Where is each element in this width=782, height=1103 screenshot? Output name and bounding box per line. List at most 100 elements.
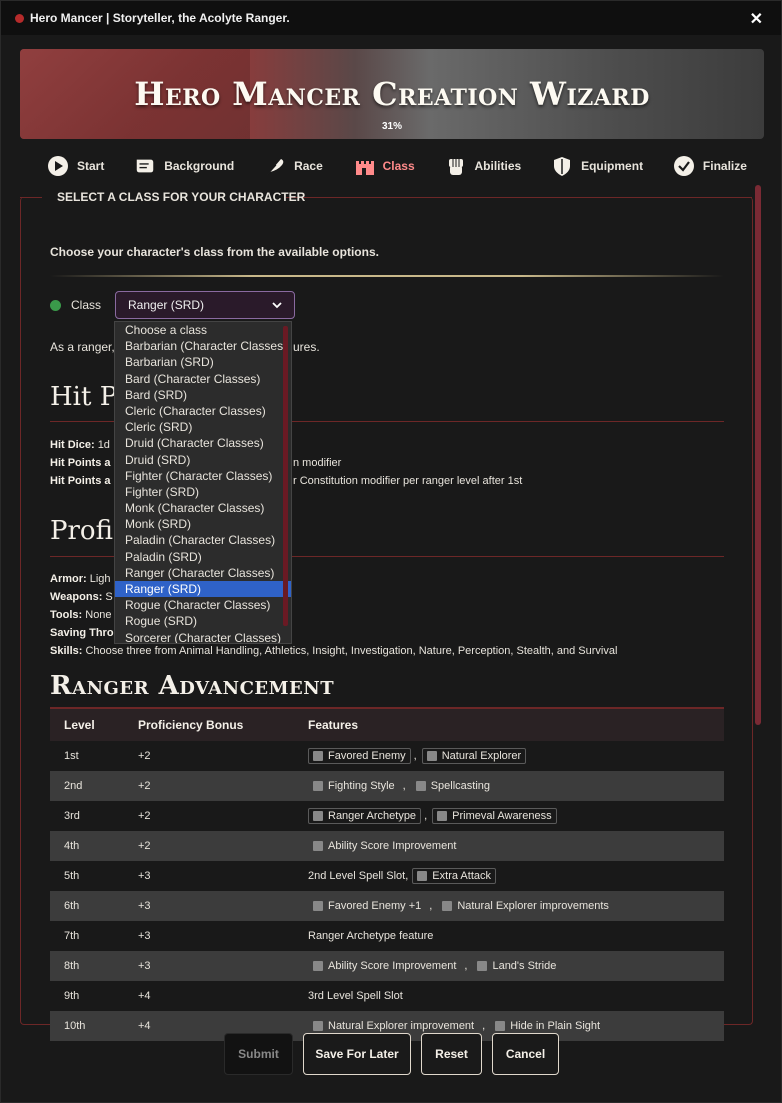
tab-background[interactable]: Background	[134, 152, 234, 180]
hit-dice-value: 1d	[97, 439, 110, 451]
cell-bonus: +2	[138, 810, 151, 822]
section-intro: Choose your character's class from the a…	[50, 245, 379, 259]
feature-label: Hide in Plain Sight	[510, 1020, 601, 1032]
feature-icon	[417, 871, 428, 881]
cancel-button[interactable]: Cancel	[492, 1033, 559, 1075]
feature-link[interactable]: Natural Explorer	[421, 748, 527, 764]
feature-label: Extra Attack	[432, 870, 491, 882]
skills-value: Choose three from Animal Handling, Athle…	[85, 645, 618, 657]
table-row: 6th +3 Favored Enemy +1, Natural Explorer i…	[50, 891, 724, 921]
chevron-down-icon	[272, 298, 282, 312]
tab-race[interactable]: Race	[264, 152, 323, 180]
dropdown-option[interactable]: Paladin (Character Classes)	[115, 532, 291, 548]
cell-level: 10th	[64, 1020, 86, 1032]
dropdown-option[interactable]: Monk (SRD)	[115, 516, 291, 532]
cell-level: 8th	[64, 960, 80, 972]
dropdown-option[interactable]: Rogue (SRD)	[115, 613, 291, 629]
submit-button[interactable]: Submit	[224, 1033, 293, 1075]
tab-finalize-label: Finalize	[702, 159, 747, 173]
cell-level: 4th	[64, 840, 80, 852]
feature-icon	[495, 1021, 506, 1031]
hp-higher-label: Hit Points a	[50, 475, 111, 487]
gold-divider	[50, 275, 724, 277]
dropdown-option[interactable]: Choose a class	[115, 322, 291, 338]
feature-link[interactable]: Natural Explorer improvements	[437, 898, 614, 914]
tab-start[interactable]: Start	[47, 152, 104, 180]
feature-icon	[426, 751, 437, 761]
dropdown-option[interactable]: Sorcerer (Character Classes)	[115, 630, 291, 643]
footer-buttons: Submit Save For Later Reset Cancel	[1, 1033, 782, 1075]
feather-icon	[264, 155, 286, 177]
dropdown-option[interactable]: Barbarian (SRD)	[115, 354, 291, 370]
feature-link[interactable]: Land's Stride	[472, 958, 561, 974]
play-icon	[47, 155, 69, 177]
dropdown-option[interactable]: Cleric (Character Classes)	[115, 403, 291, 419]
class-dropdown-list[interactable]: Choose a class Barbarian (Character Class…	[114, 321, 292, 644]
feature-link[interactable]: Ranger Archetype	[308, 808, 422, 824]
dropdown-option[interactable]: Bard (Character Classes)	[115, 371, 291, 387]
shield-icon	[551, 155, 573, 177]
dropdown-option[interactable]: Barbarian (Character Classes)	[115, 338, 291, 354]
close-icon[interactable]: ✕	[750, 9, 763, 29]
feature-link[interactable]: Extra Attack	[412, 868, 496, 884]
dropdown-option[interactable]: Fighter (SRD)	[115, 484, 291, 500]
title-bar[interactable]: Hero Mancer | Storyteller, the Acolyte R…	[1, 1, 781, 35]
feature-separator: ,	[429, 900, 433, 912]
tab-race-label: Race	[294, 159, 323, 173]
class-select[interactable]: Ranger (SRD)	[115, 291, 296, 319]
weapons-value: S	[105, 591, 113, 603]
content-scrollbar[interactable]	[755, 185, 761, 725]
cell-features: Ability Score Improvement, Land's Stride	[294, 958, 724, 974]
feature-link[interactable]: Ability Score Improvement	[308, 958, 461, 974]
header-proficiency-bonus: Proficiency Bonus	[138, 718, 244, 732]
dropdown-option[interactable]: Druid (SRD)	[115, 452, 291, 468]
armor-line: Armor: Ligh	[50, 573, 111, 585]
tab-equipment[interactable]: Equipment	[551, 152, 643, 180]
feature-link[interactable]: Natural Explorer improvement	[308, 1018, 479, 1034]
feature-link[interactable]: Favored Enemy	[308, 748, 411, 764]
cell-level: 6th	[64, 900, 80, 912]
feature-label: Natural Explorer improvements	[457, 900, 609, 912]
feature-link[interactable]: Favored Enemy +1	[308, 898, 426, 914]
legend-line-left	[20, 197, 42, 198]
feature-icon	[437, 811, 448, 821]
feature-link[interactable]: Hide in Plain Sight	[490, 1018, 605, 1034]
table-body: 1st +2 Favored Enemy, Natural Explorer 2nd +2…	[50, 741, 724, 1041]
class-label: Class	[71, 298, 102, 312]
dropdown-option[interactable]: Druid (Character Classes)	[115, 435, 291, 451]
feature-link[interactable]: Spellcasting	[411, 778, 495, 794]
tab-abilities-label: Abilities	[474, 159, 522, 173]
feature-link[interactable]: Ability Score Improvement	[308, 838, 461, 854]
tools-label: Tools:	[50, 609, 83, 621]
dropdown-option[interactable]: Rogue (Character Classes)	[115, 597, 291, 613]
dropdown-option[interactable]: Fighter (Character Classes)	[115, 468, 291, 484]
table-header: Level Proficiency Bonus Features	[50, 707, 724, 741]
tab-class[interactable]: Class	[353, 152, 415, 180]
tab-abilities[interactable]: Abilities	[445, 152, 522, 180]
dropdown-option[interactable]: Ranger (Character Classes)	[115, 565, 291, 581]
feature-link[interactable]: Primeval Awareness	[432, 808, 557, 824]
save-for-later-button[interactable]: Save For Later	[303, 1033, 411, 1075]
feature-icon	[313, 901, 323, 911]
table-row: 2nd +2 Fighting Style, Spellcasting	[50, 771, 724, 801]
feature-link[interactable]: Fighting Style	[308, 778, 400, 794]
dropdown-option[interactable]: Cleric (SRD)	[115, 419, 291, 435]
dropdown-option[interactable]: Paladin (SRD)	[115, 549, 291, 565]
feature-separator: ,	[424, 810, 428, 822]
tab-start-label: Start	[77, 159, 105, 173]
cell-bonus: +3	[138, 900, 151, 912]
cell-bonus: +2	[138, 750, 151, 762]
feature-icon	[313, 961, 323, 971]
tab-finalize[interactable]: Finalize	[673, 152, 747, 180]
feature-label: Favored Enemy	[328, 750, 406, 762]
dropdown-option[interactable]: Monk (Character Classes)	[115, 500, 291, 516]
header-banner: Hero Mancer Creation Wizard 31%	[20, 49, 764, 139]
reset-button[interactable]: Reset	[421, 1033, 482, 1075]
dropdown-option[interactable]: Bard (SRD)	[115, 387, 291, 403]
valid-check-icon	[50, 299, 61, 311]
dropdown-option[interactable]: Ranger (SRD)	[115, 581, 291, 598]
feature-label: Natural Explorer	[441, 750, 522, 762]
dropdown-scrollbar[interactable]	[283, 326, 288, 626]
advancement-table: Level Proficiency Bonus Features 1st +2 Fa…	[50, 707, 724, 1041]
legend-line-right	[286, 197, 752, 198]
